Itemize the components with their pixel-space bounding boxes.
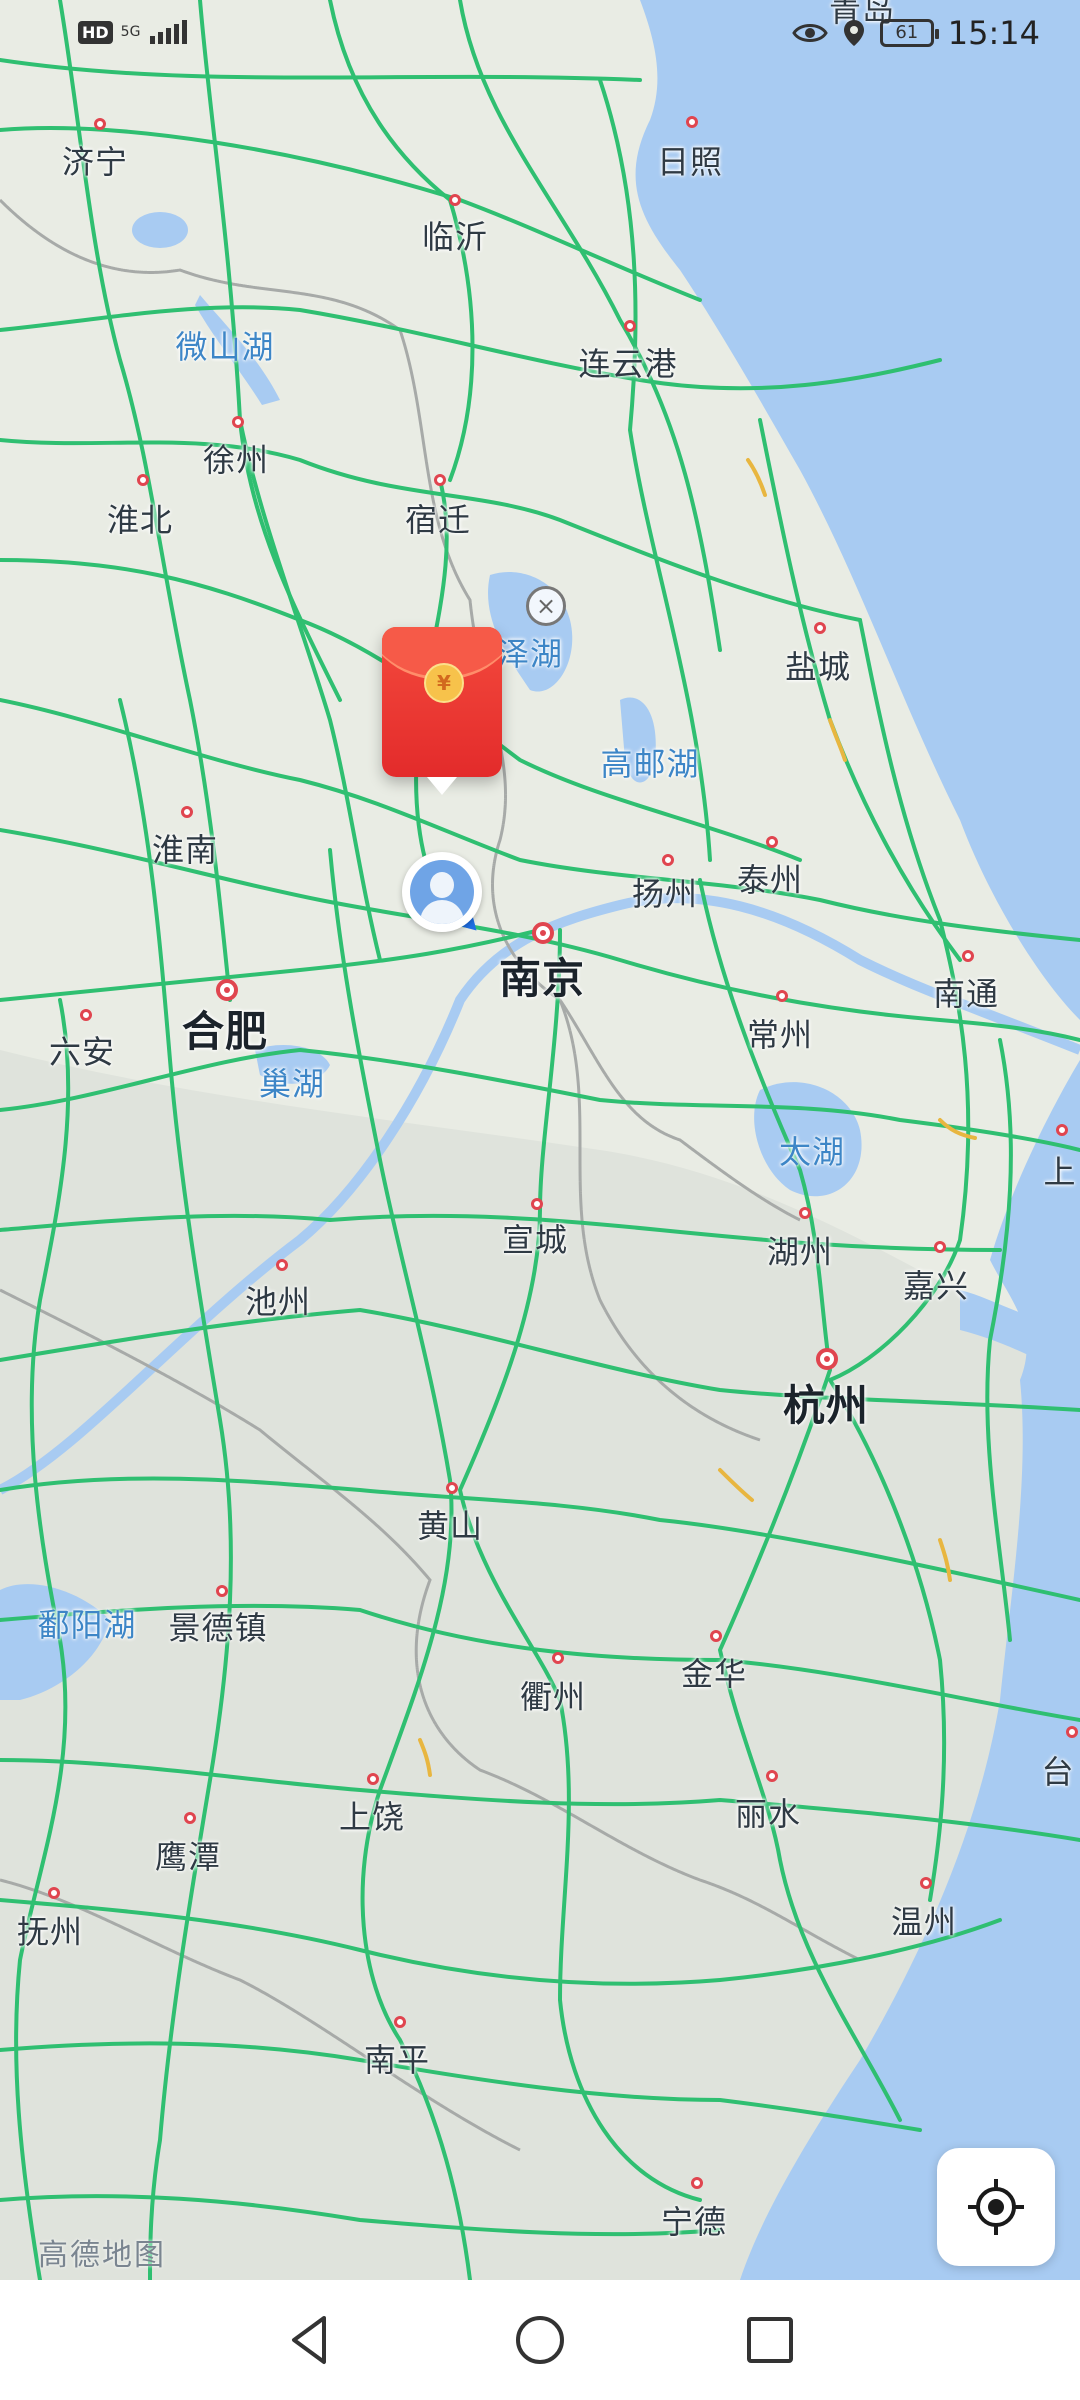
city-label[interactable]: 六安: [49, 1027, 115, 1073]
location-pin-icon: [843, 20, 864, 46]
water-label: 太湖: [779, 1133, 846, 1171]
water-label: 高邮湖: [600, 745, 700, 783]
city-label[interactable]: 盐城: [785, 642, 851, 688]
city-marker[interactable]: [181, 806, 193, 818]
city-label[interactable]: 抚州: [17, 1907, 83, 1953]
city-label[interactable]: 合肥: [182, 998, 268, 1059]
city-label[interactable]: 南京: [499, 945, 585, 1006]
city-label[interactable]: 淮北: [107, 495, 173, 541]
city-label[interactable]: 上: [1044, 1147, 1077, 1193]
city-marker[interactable]: [184, 1812, 196, 1824]
city-marker[interactable]: [799, 1207, 811, 1219]
city-label[interactable]: 池州: [245, 1277, 311, 1323]
city-label[interactable]: 鹰潭: [155, 1832, 221, 1878]
city-label[interactable]: 湖州: [767, 1227, 833, 1273]
city-marker[interactable]: [367, 1773, 379, 1785]
city-marker[interactable]: [710, 1630, 722, 1642]
city-marker[interactable]: [80, 1009, 92, 1021]
city-label[interactable]: 杭州: [783, 1372, 869, 1433]
yuan-coin-icon: ¥: [424, 663, 464, 703]
city-label[interactable]: 连云港: [579, 339, 678, 385]
city-marker[interactable]: [766, 1770, 778, 1782]
city-marker[interactable]: [691, 2177, 703, 2189]
city-label[interactable]: 宁德: [661, 2197, 727, 2243]
city-marker[interactable]: [662, 854, 674, 866]
city-marker[interactable]: [276, 1259, 288, 1271]
crosshair-icon: [968, 2179, 1024, 2235]
city-marker[interactable]: [449, 194, 461, 206]
status-bar: HD 5G 61 15:14: [0, 0, 1080, 70]
network-type: 5G: [120, 24, 141, 40]
city-label[interactable]: 嘉兴: [903, 1261, 969, 1307]
city-label[interactable]: 泰州: [737, 855, 803, 901]
city-marker[interactable]: [446, 1482, 458, 1494]
user-location-marker[interactable]: [402, 852, 487, 942]
city-label[interactable]: 扬州: [632, 869, 698, 915]
city-marker[interactable]: [686, 116, 698, 128]
city-label[interactable]: 温州: [891, 1897, 957, 1943]
city-label[interactable]: 临沂: [422, 212, 488, 258]
battery-icon: 61: [879, 19, 939, 47]
city-marker[interactable]: [1056, 1124, 1068, 1136]
red-packet-marker[interactable]: ¥: [382, 627, 502, 795]
home-circle-icon[interactable]: [510, 2310, 570, 2370]
city-label[interactable]: 宿迁: [405, 495, 471, 541]
back-triangle-icon[interactable]: [280, 2310, 340, 2370]
city-marker[interactable]: [552, 1652, 564, 1664]
signal-icon: [150, 20, 188, 44]
map-view[interactable]: 济宁临沂 日照连云港徐州 淮北 宿迁盐城淮南扬州 泰州南京合肥 六安 常州 南通上宣城 湖州嘉兴…: [0, 0, 1080, 2280]
city-marker[interactable]: [934, 1241, 946, 1253]
city-label[interactable]: 台: [1042, 1747, 1075, 1793]
clock: 15:14: [947, 14, 1040, 52]
city-label[interactable]: 金华: [681, 1649, 747, 1695]
city-marker[interactable]: [920, 1877, 932, 1889]
water-label: 微山湖: [175, 328, 275, 366]
city-label[interactable]: 济宁: [62, 137, 128, 183]
city-marker[interactable]: [624, 320, 636, 332]
eye-icon: [792, 24, 828, 42]
city-label[interactable]: 景德镇: [169, 1603, 268, 1649]
city-label[interactable]: 丽水: [735, 1789, 801, 1835]
city-marker[interactable]: [232, 416, 244, 428]
city-label[interactable]: 淮南: [152, 825, 218, 871]
recents-square-icon[interactable]: [740, 2310, 800, 2370]
city-label[interactable]: 黄山: [417, 1501, 483, 1547]
city-marker[interactable]: [216, 1585, 228, 1597]
city-label[interactable]: 南平: [364, 2035, 430, 2081]
city-marker[interactable]: [1066, 1726, 1078, 1738]
city-label[interactable]: 宣城: [502, 1215, 568, 1261]
city-marker[interactable]: [962, 950, 974, 962]
red-envelope: ¥: [382, 627, 502, 777]
city-marker[interactable]: [814, 622, 826, 634]
city-label[interactable]: 上饶: [339, 1792, 405, 1838]
city-label[interactable]: 南通: [933, 969, 999, 1015]
hd-badge: HD: [78, 20, 113, 44]
water-label: 巢湖: [259, 1065, 326, 1103]
city-marker[interactable]: [48, 1887, 60, 1899]
city-marker[interactable]: [776, 990, 788, 1002]
water-label: 鄱阳湖: [37, 1606, 137, 1644]
city-label[interactable]: 徐州: [203, 435, 269, 481]
city-marker[interactable]: [532, 922, 554, 944]
avatar: [410, 860, 474, 924]
city-marker[interactable]: [816, 1348, 838, 1370]
city-marker[interactable]: [531, 1198, 543, 1210]
city-marker[interactable]: [137, 474, 149, 486]
locate-me-button[interactable]: [937, 2148, 1055, 2266]
system-navigation-bar: [0, 2280, 1080, 2400]
water-label: 泽湖: [497, 635, 564, 673]
city-label[interactable]: 日照: [657, 137, 723, 183]
city-label[interactable]: 衢州: [520, 1672, 586, 1718]
map-provider-watermark: 高德地图: [38, 2238, 166, 2273]
city-marker[interactable]: [394, 2016, 406, 2028]
city-marker[interactable]: [766, 836, 778, 848]
city-marker[interactable]: [94, 118, 106, 130]
city-marker[interactable]: [434, 474, 446, 486]
city-label[interactable]: 常州: [747, 1010, 813, 1056]
close-icon[interactable]: ×: [526, 586, 566, 626]
